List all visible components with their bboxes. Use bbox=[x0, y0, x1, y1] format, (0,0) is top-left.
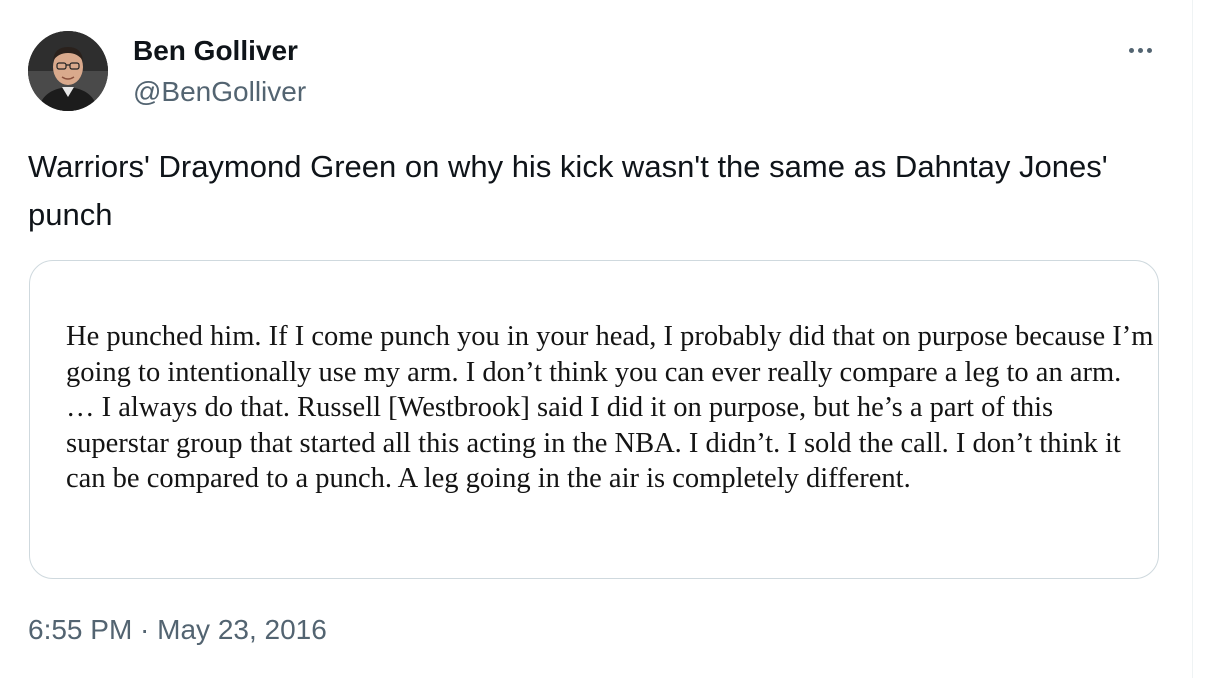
tweet-text: Warriors' Draymond Green on why his kick… bbox=[28, 149, 1108, 232]
column-border bbox=[1192, 0, 1193, 678]
more-options-button[interactable] bbox=[1118, 32, 1162, 68]
author-name[interactable]: Ben Golliver bbox=[133, 34, 298, 68]
more-horizontal-icon bbox=[1146, 47, 1152, 53]
avatar[interactable] bbox=[28, 31, 108, 111]
avatar-photo bbox=[28, 31, 108, 111]
quote-image-text: He punched him. If I come punch you in y… bbox=[66, 321, 1154, 494]
more-horizontal-icon bbox=[1128, 47, 1134, 53]
author-handle[interactable]: @BenGolliver bbox=[133, 75, 306, 109]
tweet-timestamp[interactable]: 6:55 PM · May 23, 2016 bbox=[28, 612, 327, 648]
more-horizontal-icon bbox=[1137, 47, 1143, 53]
tweet-media-image[interactable]: He punched him. If I come punch you in y… bbox=[29, 260, 1159, 579]
